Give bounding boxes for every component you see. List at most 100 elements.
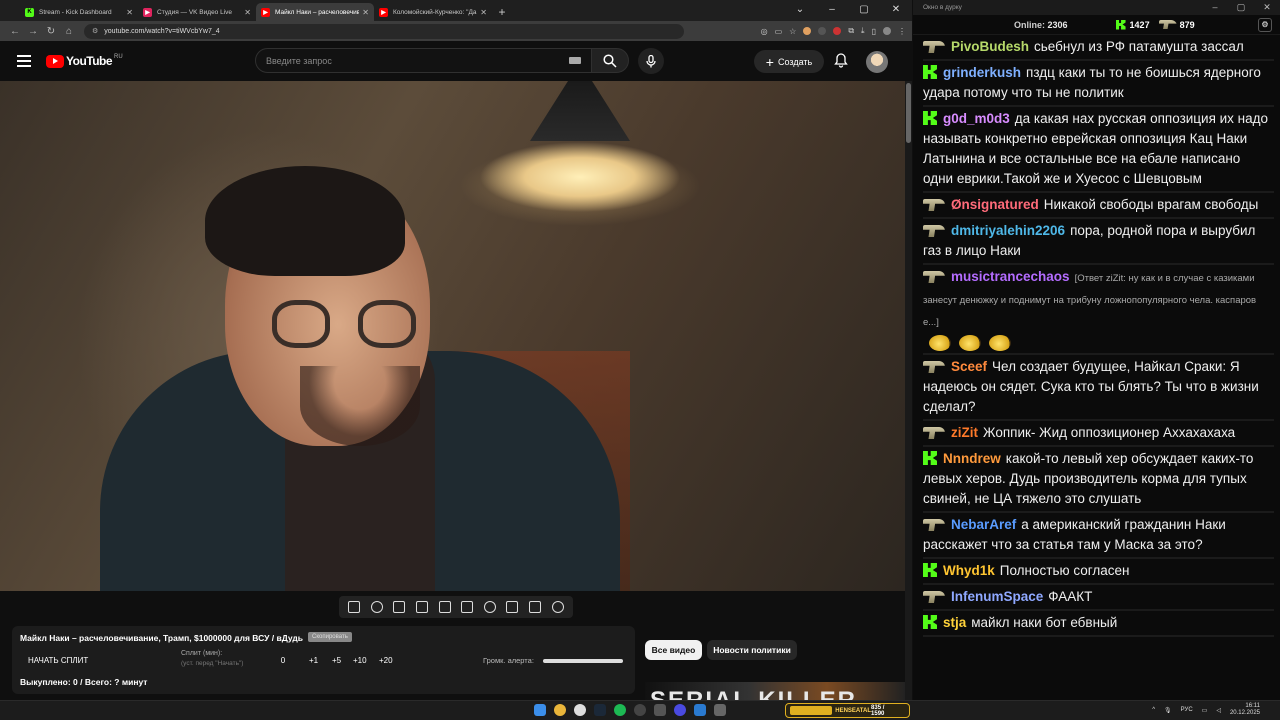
- tray-chevron-icon[interactable]: ^: [1152, 707, 1155, 713]
- menu-dots-icon[interactable]: ⋮: [898, 27, 906, 36]
- tab-search-icon[interactable]: ⌄: [784, 0, 816, 21]
- chat-username[interactable]: g0d_m0d3: [943, 111, 1010, 126]
- puzzle-icon[interactable]: ⧉: [848, 26, 854, 36]
- alert-volume-slider[interactable]: [543, 659, 623, 663]
- split-hint: (уст. перед "Начать"): [181, 660, 244, 667]
- browser-tab[interactable]: ▶ Коломойский-Курченко: "Да ✕: [374, 3, 492, 21]
- chat-username[interactable]: Sceef: [951, 359, 987, 374]
- loop-icon[interactable]: [348, 601, 361, 613]
- spotify-icon[interactable]: [614, 704, 626, 716]
- bookmark-star-icon[interactable]: ☆: [789, 27, 796, 36]
- kick-favicon-icon: K: [25, 7, 34, 17]
- chip-politics-news[interactable]: Новости политики: [707, 640, 797, 660]
- chat-username[interactable]: stja: [943, 615, 966, 630]
- close-window-icon[interactable]: ✕: [880, 0, 912, 21]
- broadcast-icon[interactable]: [370, 601, 383, 613]
- search-input[interactable]: Введите запрос: [255, 48, 592, 73]
- close-tab-icon[interactable]: ✕: [244, 8, 251, 17]
- chat-settings-icon[interactable]: ⚙: [1258, 17, 1272, 32]
- forward-icon[interactable]: →: [24, 26, 42, 37]
- browser-tab[interactable]: K Stream - Kick Dashboard ✕: [20, 3, 138, 21]
- site-info-icon[interactable]: ⚙: [92, 27, 98, 35]
- chat-username[interactable]: dmitriyalehin2206: [951, 223, 1065, 238]
- chip-all-videos[interactable]: Все видео: [645, 640, 702, 660]
- page-scrollbar[interactable]: [905, 81, 912, 700]
- minimize-icon[interactable]: –: [1202, 2, 1228, 13]
- recommended-video-thumbnail[interactable]: SERIAL KILLER: [645, 682, 905, 700]
- split-minutes-value[interactable]: 0: [277, 656, 289, 665]
- increment-20-button[interactable]: +20: [379, 656, 393, 665]
- progress-widget[interactable]: HENSEATAL 835 / 1590: [785, 703, 910, 718]
- emote-icon: [929, 335, 951, 351]
- sidebar-icon[interactable]: ▯: [872, 27, 876, 36]
- increment-10-button[interactable]: +10: [353, 656, 367, 665]
- minimize-icon[interactable]: –: [816, 0, 848, 21]
- mic-tray-icon[interactable]: 🎙︎: [1164, 707, 1172, 714]
- volume-icon[interactable]: ◁: [1216, 707, 1221, 714]
- voice-search-button[interactable]: [638, 48, 664, 74]
- close-tab-icon[interactable]: ✕: [480, 8, 487, 17]
- youtube-logo[interactable]: YouTube RU: [46, 54, 123, 68]
- extension-icon[interactable]: [803, 27, 812, 35]
- network-icon[interactable]: ▭: [1202, 707, 1208, 714]
- profile-avatar[interactable]: [883, 27, 891, 35]
- steam-icon[interactable]: [594, 704, 606, 716]
- chat-username[interactable]: NebarAref: [951, 517, 1016, 532]
- speed-gauge-icon[interactable]: [483, 601, 496, 613]
- keyboard-icon[interactable]: [569, 57, 581, 64]
- browser-tab[interactable]: ▶ Студия — VK Видео Live ✕: [138, 3, 256, 21]
- picture-in-picture-icon[interactable]: [438, 601, 451, 613]
- start-split-button[interactable]: НАЧАТЬ СПЛИТ: [28, 656, 88, 665]
- language-indicator[interactable]: РУС: [1181, 707, 1193, 713]
- hamburger-menu-icon[interactable]: [17, 55, 31, 67]
- add-clip-icon[interactable]: [506, 601, 519, 613]
- obs-icon[interactable]: [634, 704, 646, 716]
- copy-title-button[interactable]: Скопировать: [308, 632, 352, 642]
- clock[interactable]: 16:11 20.12.2025: [1230, 703, 1260, 717]
- telegram-icon[interactable]: [694, 704, 706, 716]
- extension-icon[interactable]: [833, 27, 842, 35]
- create-button[interactable]: + Создать: [754, 50, 824, 73]
- account-avatar[interactable]: [866, 51, 888, 73]
- video-player[interactable]: [0, 81, 905, 591]
- increment-1-button[interactable]: +1: [309, 656, 318, 665]
- settings-gear-icon[interactable]: [551, 601, 564, 613]
- visibility-icon[interactable]: [393, 601, 406, 613]
- new-tab-icon[interactable]: +: [492, 3, 512, 21]
- chat-username[interactable]: Ønsignatured: [951, 197, 1039, 212]
- close-tab-icon[interactable]: ✕: [126, 8, 133, 17]
- maximize-icon[interactable]: ▢: [1228, 2, 1254, 13]
- url-field[interactable]: ⚙ youtube.com/watch?v=tiWVcbYw7_4: [84, 23, 684, 39]
- download-icon[interactable]: ⤓: [861, 26, 865, 36]
- theater-mode-icon[interactable]: [461, 601, 474, 613]
- home-icon[interactable]: ⌂: [60, 26, 78, 37]
- chat-username[interactable]: PivoBudesh: [951, 39, 1029, 54]
- app-icon[interactable]: [654, 704, 666, 716]
- reload-icon[interactable]: ↻: [42, 26, 60, 37]
- close-window-icon[interactable]: ✕: [1254, 2, 1280, 13]
- app-icon[interactable]: [714, 704, 726, 716]
- chat-username[interactable]: grinderkush: [943, 65, 1021, 80]
- extension-icon[interactable]: [818, 27, 827, 35]
- start-windows-icon[interactable]: [534, 704, 546, 716]
- close-tab-icon[interactable]: ✕: [362, 8, 369, 17]
- app-icon[interactable]: [574, 704, 586, 716]
- browser-tab-active[interactable]: ▶ Майкл Наки – расчеловечив ✕: [256, 3, 374, 21]
- chat-username[interactable]: ziZit: [951, 425, 978, 440]
- search-button[interactable]: [591, 48, 629, 73]
- google-lens-icon[interactable]: ◎: [761, 27, 768, 36]
- app-icon[interactable]: [674, 704, 686, 716]
- chat-username[interactable]: musictrancechaos: [951, 269, 1070, 284]
- increment-5-button[interactable]: +5: [332, 656, 341, 665]
- clapperboard-icon[interactable]: [416, 601, 429, 613]
- chat-username[interactable]: Whyd1k: [943, 563, 995, 578]
- cast-icon[interactable]: ▭: [775, 27, 783, 36]
- emote-icon: [989, 335, 1011, 351]
- maximize-icon[interactable]: ▢: [848, 0, 880, 21]
- back-icon[interactable]: ←: [6, 26, 24, 37]
- screenshot-camera-icon[interactable]: [529, 601, 542, 613]
- chrome-icon[interactable]: [554, 704, 566, 716]
- notifications-bell-icon[interactable]: [833, 52, 849, 68]
- chat-username[interactable]: Nnndrew: [943, 451, 1001, 466]
- chat-username[interactable]: InfenumSpace: [951, 589, 1043, 604]
